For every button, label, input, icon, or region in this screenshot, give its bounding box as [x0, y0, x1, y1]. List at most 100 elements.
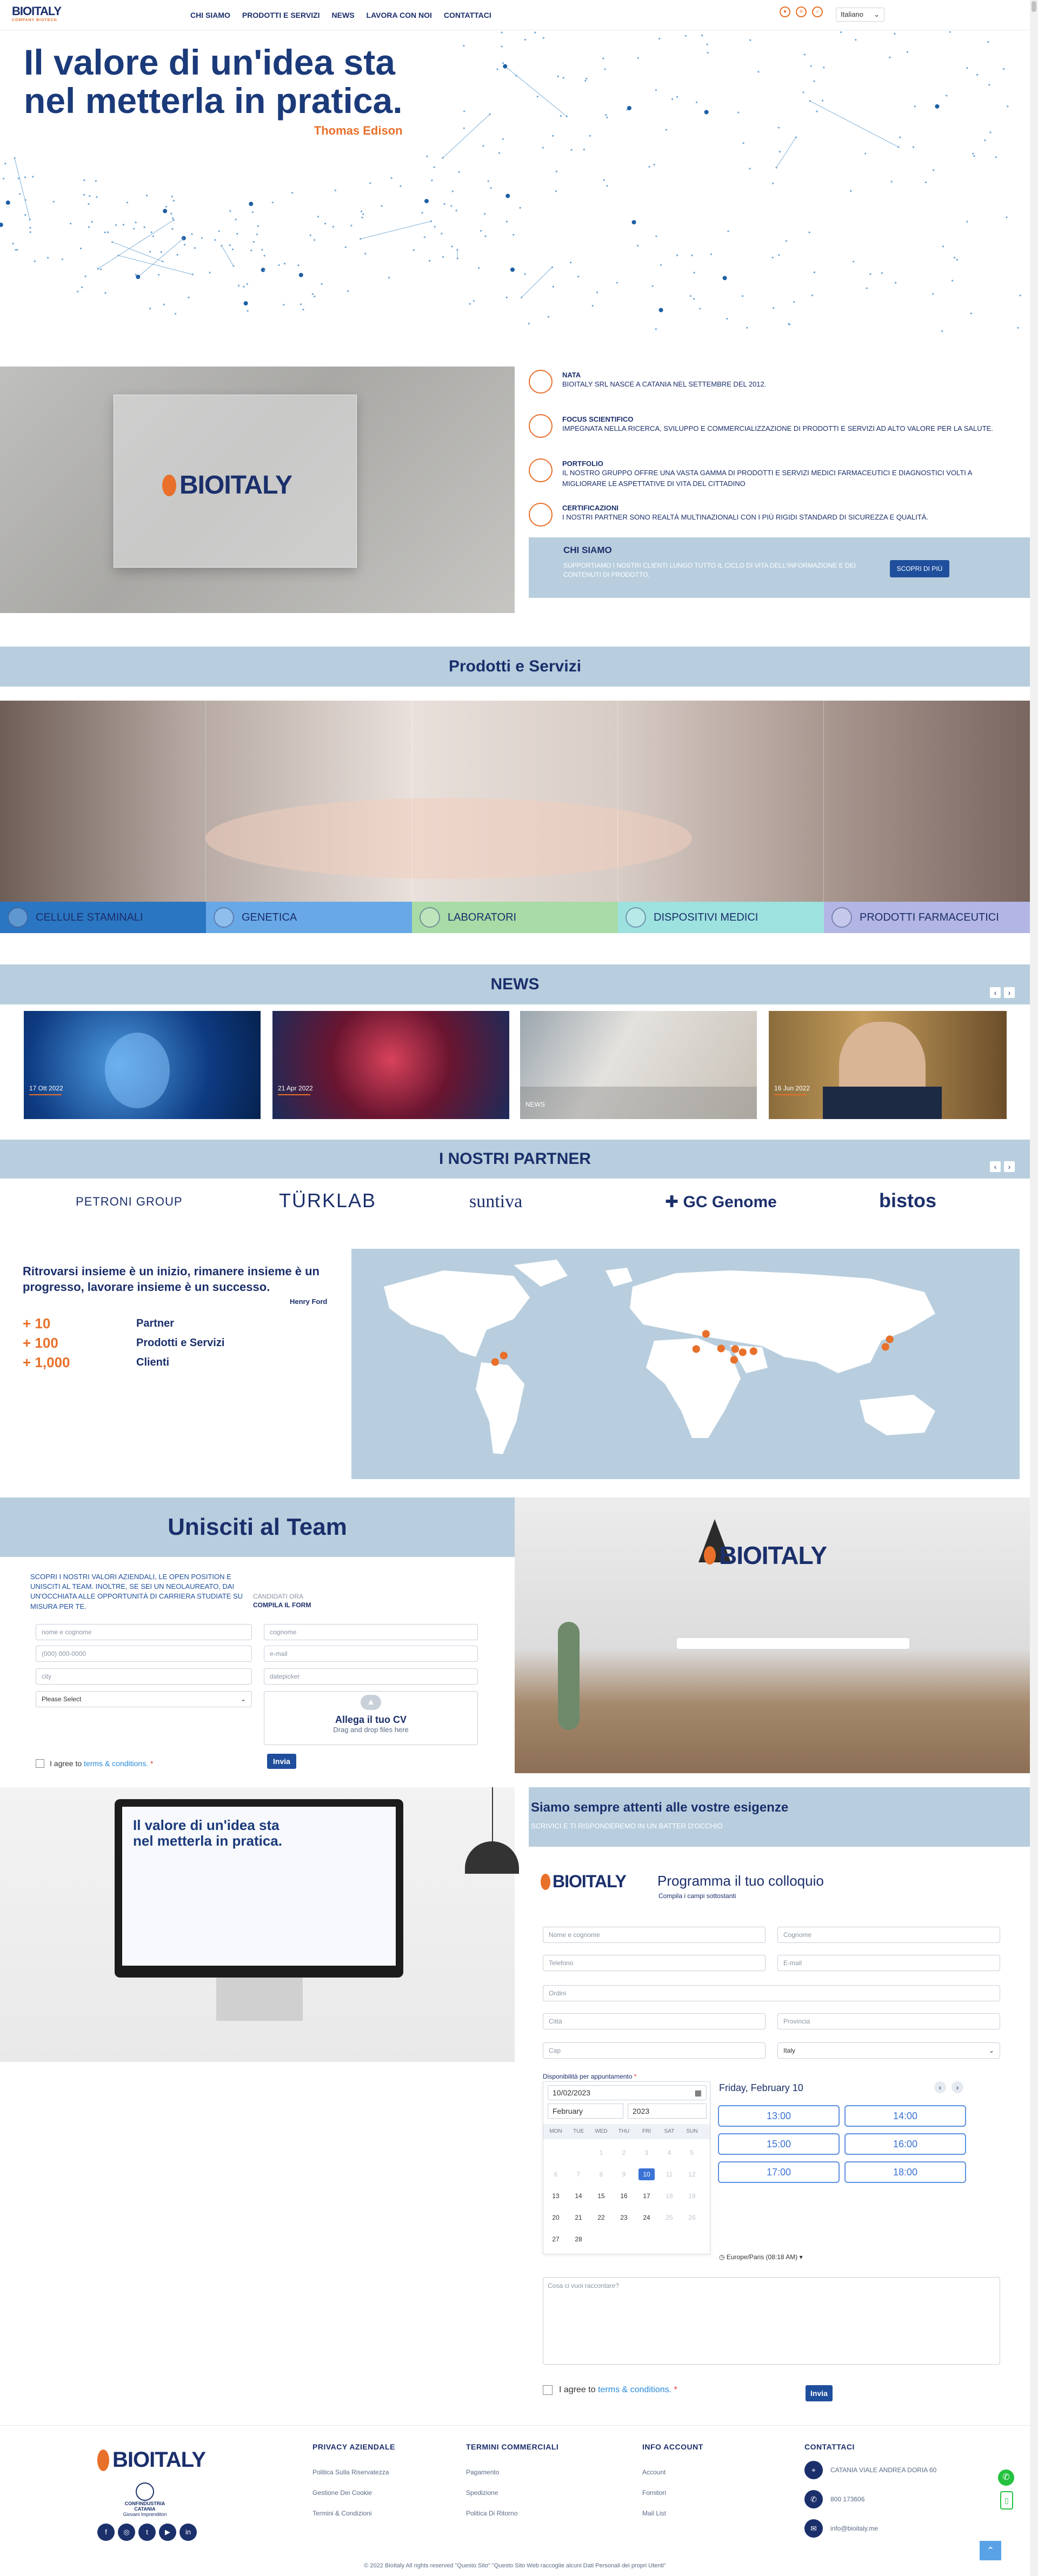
footer-logo[interactable]: BIOITALY — [97, 2448, 206, 2472]
calendar-day[interactable]: 8 — [593, 2168, 609, 2180]
footer-link[interactable]: Politica Sulla Riservatezza — [312, 2462, 395, 2482]
calendar-day[interactable]: 5 — [684, 2147, 700, 2159]
news-card[interactable]: 21 Apr 2022 — [272, 1011, 509, 1119]
calendar-day[interactable]: 27 — [548, 2233, 564, 2245]
phone[interactable]: 800 173606 — [830, 2495, 864, 2503]
search-icon[interactable]: ⌕ — [812, 6, 823, 17]
footer-link[interactable]: Fornitori — [642, 2482, 703, 2503]
join-city-input[interactable]: city — [36, 1668, 252, 1685]
time-slot[interactable]: 16:00 — [844, 2133, 966, 2155]
calendar-day[interactable]: 4 — [661, 2147, 677, 2159]
time-slot[interactable]: 15:00 — [718, 2133, 840, 2155]
email[interactable]: info@bioitaly.me — [830, 2525, 878, 2532]
category-farmaceutici[interactable]: PRODOTTI FARMACEUTICI — [824, 902, 1030, 933]
time-slot[interactable]: 18:00 — [844, 2161, 966, 2183]
contact-surname-input[interactable]: Cognome — [777, 1927, 1000, 1943]
header-logo[interactable]: BIOITALY COMPANY BIOTECH — [12, 4, 62, 22]
time-slot[interactable]: 14:00 — [844, 2105, 966, 2127]
nav-prodotti[interactable]: PRODOTTI E SERVIZI — [242, 11, 320, 19]
twitter-icon[interactable]: t — [138, 2524, 156, 2541]
timezone-select[interactable]: ◷ Europe/Paris (08:18 AM) ▾ — [719, 2253, 803, 2261]
nav-lavora[interactable]: LAVORA CON NOI — [367, 11, 432, 19]
calendar-day[interactable]: 15 — [593, 2190, 609, 2202]
cart-icon[interactable]: ≡ — [796, 6, 807, 17]
prev-day-icon[interactable]: ‹ — [934, 2081, 946, 2093]
category-dispositivi[interactable]: DISPOSITIVI MEDICI — [618, 902, 824, 933]
partner-logo-bistos[interactable]: bistos — [879, 1189, 936, 1212]
time-slot[interactable]: 17:00 — [718, 2161, 840, 2183]
contact-agree-checkbox[interactable] — [543, 2385, 553, 2395]
footer-link[interactable]: Termini & Condizioni — [312, 2503, 395, 2524]
footer-link[interactable]: Politica Di Ritorno — [466, 2503, 558, 2524]
news-card[interactable]: NEWS — [520, 1011, 757, 1119]
calendar-day[interactable]: 11 — [661, 2168, 677, 2180]
date-input[interactable]: 10/02/2023 ▦ — [548, 2085, 707, 2100]
join-email-input[interactable]: e-mail — [264, 1646, 478, 1662]
nav-chi-siamo[interactable]: CHI SIAMO — [190, 11, 230, 19]
contact-province-input[interactable]: Provincia — [777, 2013, 1000, 2029]
mobile-icon[interactable]: ▯ — [1000, 2491, 1013, 2510]
footer-link[interactable]: Account — [642, 2462, 703, 2482]
calendar-day[interactable]: 9 — [616, 2168, 632, 2180]
linkedin-icon[interactable]: in — [179, 2524, 197, 2541]
category-genetica[interactable]: GENETICA — [206, 902, 412, 933]
nav-news[interactable]: NEWS — [332, 11, 355, 19]
calendar-day[interactable]: 16 — [616, 2190, 632, 2202]
join-agree-checkbox[interactable] — [36, 1759, 44, 1768]
calendar-day[interactable]: 24 — [638, 2212, 655, 2224]
news-card[interactable]: 17 Ott 2022 — [24, 1011, 261, 1119]
join-name-input[interactable]: nome e cognome — [36, 1624, 252, 1640]
terms-link[interactable]: terms & conditions. — [598, 2385, 671, 2395]
footer-link[interactable]: Spedizione — [466, 2482, 558, 2503]
calendar-day[interactable]: 1 — [593, 2147, 609, 2159]
terms-link[interactable]: terms & conditions. — [84, 1759, 148, 1768]
calendar-day[interactable]: 25 — [661, 2212, 677, 2224]
contact-city-input[interactable]: Città — [543, 2013, 766, 2029]
time-slot[interactable]: 13:00 — [718, 2105, 840, 2127]
calendar-day[interactable]: 7 — [570, 2168, 587, 2180]
contact-cap-input[interactable]: Cap — [543, 2042, 766, 2059]
calendar-day[interactable]: 12 — [684, 2168, 700, 2180]
back-to-top-icon[interactable]: ⌃ — [980, 2541, 1001, 2560]
footer-link[interactable]: Mail List — [642, 2503, 703, 2524]
calendar-day[interactable]: 26 — [684, 2212, 700, 2224]
user-icon[interactable]: ● — [780, 6, 790, 17]
category-laboratori[interactable]: LABORATORI — [412, 902, 618, 933]
contact-country-select[interactable]: Italy ⌄ — [777, 2042, 1000, 2059]
scrollbar-thumb[interactable] — [1032, 1, 1036, 12]
chevron-right-icon[interactable]: › — [1004, 987, 1015, 998]
partner-logo-turklab[interactable]: TÜRKLAB — [279, 1189, 376, 1212]
join-select[interactable]: Please Select ⌄ — [36, 1691, 252, 1707]
nav-contattaci[interactable]: CONTATTACI — [444, 11, 491, 19]
calendar-day[interactable]: 21 — [570, 2212, 587, 2224]
join-surname-input[interactable]: cognome — [264, 1624, 478, 1640]
message-textarea[interactable]: Cosa ci vuoi raccontare? — [543, 2277, 1000, 2365]
calendar-day[interactable]: 10 — [638, 2168, 655, 2180]
cv-upload[interactable]: ▲ Allega il tuo CV Drag and drop files h… — [264, 1691, 478, 1745]
calendar-day[interactable]: 6 — [548, 2168, 564, 2180]
instagram-icon[interactable]: ◎ — [118, 2524, 135, 2541]
calendar-day[interactable]: 20 — [548, 2212, 564, 2224]
calendar-day[interactable]: 28 — [570, 2233, 587, 2245]
contact-orders-input[interactable]: Ordini — [543, 1985, 1000, 2001]
calendar-day[interactable]: 14 — [570, 2190, 587, 2202]
youtube-icon[interactable]: ▶ — [159, 2524, 176, 2541]
chevron-left-icon[interactable]: ‹ — [990, 1161, 1001, 1172]
contact-name-input[interactable]: Nome e cognome — [543, 1927, 766, 1943]
news-card[interactable]: 16 Jun 2022 — [769, 1011, 1007, 1119]
partner-logo-suntiva[interactable]: suntiva — [469, 1192, 522, 1212]
next-day-icon[interactable]: › — [952, 2081, 963, 2093]
contact-email-input[interactable]: E-mail — [777, 1955, 1000, 1971]
calendar-day[interactable]: 13 — [548, 2190, 564, 2202]
year-select[interactable]: 2023 — [628, 2104, 707, 2119]
join-phone-input[interactable]: (000) 000-0000 — [36, 1646, 252, 1662]
calendar-day[interactable]: 3 — [638, 2147, 655, 2159]
category-cellule[interactable]: CELLULE STAMINALI — [0, 902, 206, 933]
footer-link[interactable]: Pagamento — [466, 2462, 558, 2482]
whatsapp-icon[interactable]: ✆ — [998, 2470, 1014, 2486]
footer-link[interactable]: Gestione Dei Cookie — [312, 2482, 395, 2503]
join-send-button[interactable]: Invia — [267, 1754, 296, 1769]
partner-logo-petroni[interactable]: PETRONI GROUP — [76, 1195, 183, 1209]
chevron-right-icon[interactable]: › — [1004, 1161, 1015, 1172]
scopri-button[interactable]: SCOPRI DI PIÙ — [890, 560, 949, 577]
